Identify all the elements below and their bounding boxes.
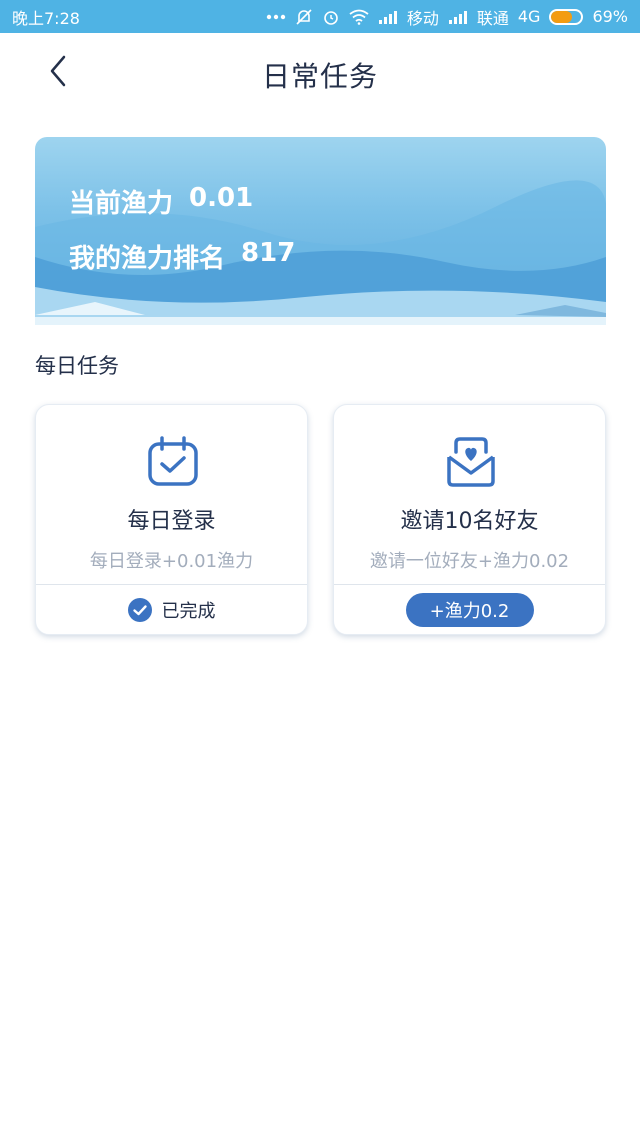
battery-icon (549, 8, 584, 25)
task-desc: 邀请一位好友+渔力0.02 (369, 551, 570, 572)
status-bar: 晚上7:28 移动 联通 4G 69% (0, 0, 640, 33)
task-title: 邀请10名好友 (400, 509, 539, 534)
signal-icon (448, 10, 468, 24)
mute-bell-icon (295, 8, 313, 26)
status-text: 已完成 (161, 601, 216, 622)
header: 日常任务 (0, 33, 640, 113)
signal-icon (378, 10, 398, 24)
rank-value: 817 (241, 238, 296, 268)
mountain-background (35, 180, 606, 325)
task-card-daily-login[interactable]: 每日登录 每日登录+0.01渔力 已完成 (35, 404, 308, 635)
wifi-icon (349, 9, 369, 25)
carrier-1: 移动 (406, 8, 439, 28)
section-title: 每日任务 (35, 354, 119, 378)
status-icons: 移动 联通 4G 69% (266, 5, 628, 29)
task-title: 每日登录 (127, 509, 216, 534)
alarm-icon (322, 8, 340, 26)
page-title: 日常任务 (261, 60, 378, 93)
battery-percent: 69% (592, 7, 628, 26)
check-circle-icon (127, 598, 152, 622)
current-power-label: 当前渔力 (69, 189, 174, 219)
carrier-2: 联通 (476, 8, 509, 28)
task-status: 已完成 (36, 585, 307, 635)
task-action: +渔力0.2 (334, 585, 605, 635)
calendar-check-icon (148, 436, 198, 486)
task-card-invite-friends[interactable]: 邀请10名好友 邀请一位好友+渔力0.02 +渔力0.2 (333, 404, 606, 635)
heart-envelope-icon (447, 437, 495, 487)
score-banner: 当前渔力 0.01 我的渔力排名 817 (35, 137, 606, 325)
claim-reward-button[interactable]: +渔力0.2 (405, 593, 534, 627)
status-time: 晚上7:28 (12, 8, 80, 28)
rank-row: 我的渔力排名 817 (69, 238, 295, 275)
current-power-value: 0.01 (189, 183, 254, 213)
rank-label: 我的渔力排名 (69, 244, 226, 274)
network-type: 4G (517, 7, 541, 26)
battery-fill (551, 10, 573, 23)
more-dots-icon (266, 14, 286, 20)
current-power-row: 当前渔力 0.01 (69, 183, 253, 220)
task-desc: 每日登录+0.01渔力 (89, 551, 254, 572)
